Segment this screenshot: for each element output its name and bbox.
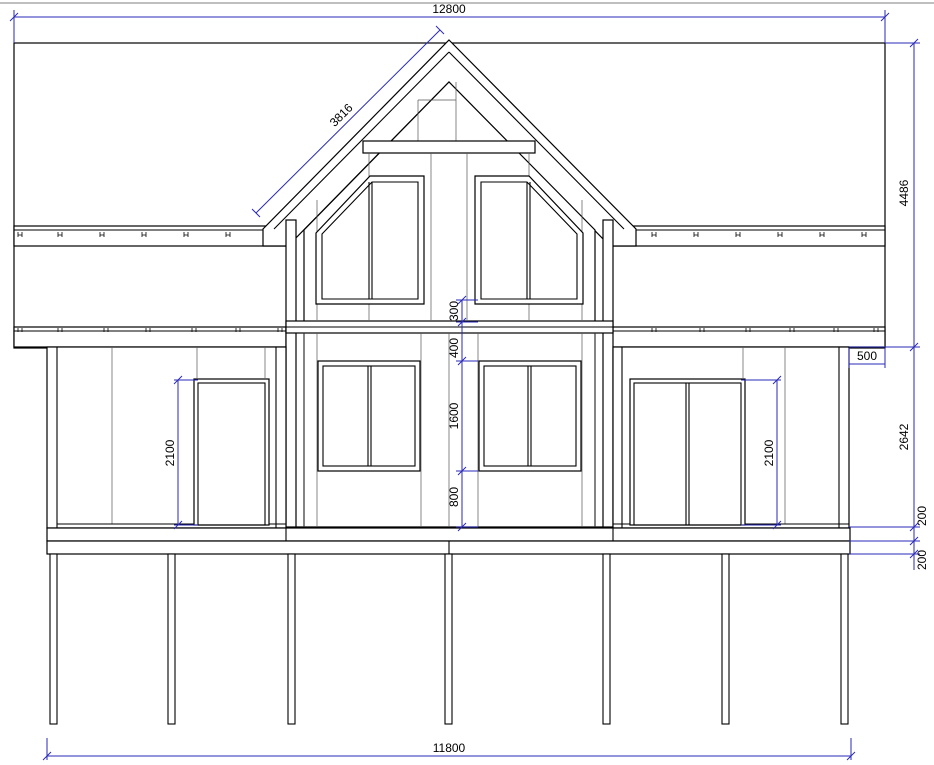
lower-right-window: [478, 360, 582, 472]
pile: [721, 553, 730, 725]
piles: [49, 553, 849, 725]
dim-roof-width-label: 12800: [432, 2, 466, 16]
lower-left-window: [317, 360, 421, 472]
pile: [444, 553, 453, 725]
dim-right-door-label: 2100: [762, 439, 776, 466]
dim-platform-offset-label: 200: [915, 550, 929, 570]
dim-base-width-label: 11800: [433, 741, 466, 755]
dim-wall-height-label: 2642: [897, 423, 911, 450]
dim-beam-label: 400: [447, 338, 461, 358]
pile: [602, 553, 611, 725]
dim-roof-width: 12800: [9, 2, 890, 43]
pile: [167, 553, 176, 725]
floor-platform: [46, 527, 851, 555]
pile: [49, 553, 58, 725]
dim-left-door-label: 2100: [163, 439, 177, 466]
dim-window-height-label: 1600: [447, 402, 461, 429]
pile: [287, 553, 296, 725]
right-sliding-door: [629, 378, 746, 526]
dim-gap-label: 300: [447, 301, 461, 321]
dim-overhang-label: 500: [857, 349, 877, 363]
elevation-drawing: 12800 3816 4486 2642 200 200 500 2100 21…: [0, 2, 934, 761]
left-door: [193, 378, 270, 526]
dim-roof-height-label: 4486: [897, 179, 911, 206]
pile: [840, 553, 849, 725]
dim-sill-label: 800: [447, 487, 461, 507]
dim-base-width: 11800: [42, 738, 856, 761]
dim-overhang: 500: [848, 348, 886, 368]
dim-floor-offset-label: 200: [915, 506, 929, 526]
